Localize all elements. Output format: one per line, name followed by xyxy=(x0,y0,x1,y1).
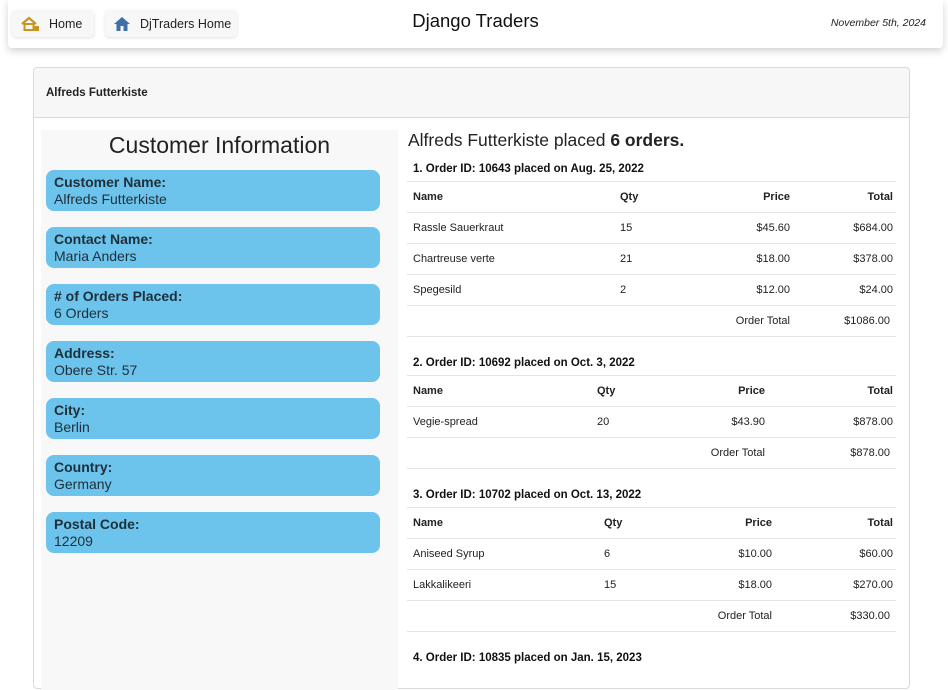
table-row: Aniseed Syrup 6 $10.00 $60.00 xyxy=(407,538,896,570)
item-name: Vegie-spread xyxy=(407,406,596,438)
order-total-row: Order Total $1086.00 xyxy=(407,305,896,337)
col-price-header: Price xyxy=(693,507,773,539)
item-name: Chartreuse verte xyxy=(407,243,619,275)
order-total-value: $878.00 xyxy=(766,437,896,469)
order-title: 1. Order ID: 10643 placed on Aug. 25, 20… xyxy=(413,163,644,175)
item-total: $878.00 xyxy=(766,406,896,438)
field-label: Postal Code: xyxy=(54,516,140,532)
col-total-header: Total xyxy=(791,181,896,213)
field-value: Germany xyxy=(54,476,112,492)
item-qty: 21 xyxy=(619,243,709,275)
table-header-row: Name Qty Price Total xyxy=(407,507,896,539)
summary-count: 6 orders. xyxy=(610,130,685,150)
order-table: Name Qty Price Total Vegie-spread 20 $43… xyxy=(407,375,896,469)
customer-name-field: Customer Name: Alfreds Futterkiste xyxy=(46,170,380,211)
order-total-label: Order Total xyxy=(693,600,773,632)
item-total: $24.00 xyxy=(791,274,896,306)
col-total-header: Total xyxy=(773,507,896,539)
item-name: Rassle Sauerkraut xyxy=(407,212,619,244)
contact-name-field: Contact Name: Maria Anders xyxy=(46,227,380,268)
item-qty: 6 xyxy=(603,538,693,570)
summary-prefix: Alfreds Futterkiste placed xyxy=(408,130,606,150)
item-price: $43.90 xyxy=(686,406,766,438)
order-title: 4. Order ID: 10835 placed on Jan. 15, 20… xyxy=(413,652,642,664)
field-label: # of Orders Placed: xyxy=(54,288,183,304)
item-qty: 15 xyxy=(603,569,693,601)
order-table: Name Qty Price Total Aniseed Syrup 6 $10… xyxy=(407,507,896,632)
item-price: $45.60 xyxy=(709,212,791,244)
table-row: Rassle Sauerkraut 15 $45.60 $684.00 xyxy=(407,212,896,244)
field-value: 12209 xyxy=(54,533,93,549)
item-qty: 15 xyxy=(619,212,709,244)
table-row: Lakkalikeeri 15 $18.00 $270.00 xyxy=(407,569,896,601)
order-total-value: $1086.00 xyxy=(791,305,896,337)
customer-info-panel: Customer Information Customer Name: Alfr… xyxy=(41,130,398,690)
col-total-header: Total xyxy=(766,375,896,407)
orders-panel: Alfreds Futterkiste placed 6 orders. 1. … xyxy=(407,128,897,664)
field-label: Contact Name: xyxy=(54,231,153,247)
table-row: Spegesild 2 $12.00 $24.00 xyxy=(407,274,896,306)
order-total-row: Order Total $330.00 xyxy=(407,600,896,632)
field-value: Alfreds Futterkiste xyxy=(54,191,167,207)
top-navbar: Home DjTraders Home Django Traders Novem… xyxy=(8,0,943,48)
col-price-header: Price xyxy=(709,181,791,213)
field-label: Customer Name: xyxy=(54,174,167,190)
item-price: $18.00 xyxy=(693,569,773,601)
field-label: Address: xyxy=(54,345,115,361)
order-total-label: Order Total xyxy=(686,437,766,469)
item-name: Aniseed Syrup xyxy=(407,538,603,570)
field-value: 6 Orders xyxy=(54,305,109,321)
item-qty: 20 xyxy=(596,406,686,438)
item-name: Lakkalikeeri xyxy=(407,569,603,601)
order-total-row: Order Total $878.00 xyxy=(407,437,896,469)
order-table: Name Qty Price Total Rassle Sauerkraut 1… xyxy=(407,181,896,337)
orders-placed-field: # of Orders Placed: 6 Orders xyxy=(46,284,380,325)
card-header: Alfreds Futterkiste xyxy=(34,68,909,118)
item-total: $270.00 xyxy=(773,569,896,601)
col-price-header: Price xyxy=(686,375,766,407)
orders-summary: Alfreds Futterkiste placed 6 orders. xyxy=(408,130,897,151)
country-field: Country: Germany xyxy=(46,455,380,496)
col-name-header: Name xyxy=(407,181,619,213)
col-qty-header: Qty xyxy=(603,507,693,539)
item-price: $10.00 xyxy=(693,538,773,570)
table-row: Chartreuse verte 21 $18.00 $378.00 xyxy=(407,243,896,275)
field-value: Maria Anders xyxy=(54,248,137,264)
order-title: 2. Order ID: 10692 placed on Oct. 3, 202… xyxy=(413,357,635,369)
item-qty: 2 xyxy=(619,274,709,306)
order-total-value: $330.00 xyxy=(773,600,896,632)
item-total: $60.00 xyxy=(773,538,896,570)
app-title: Django Traders xyxy=(412,10,539,31)
item-name: Spegesild xyxy=(407,274,619,306)
address-field: Address: Obere Str. 57 xyxy=(46,341,380,382)
postal-code-field: Postal Code: 12209 xyxy=(46,512,380,553)
field-value: Berlin xyxy=(54,419,90,435)
table-header-row: Name Qty Price Total xyxy=(407,375,896,407)
item-price: $18.00 xyxy=(709,243,791,275)
item-total: $378.00 xyxy=(791,243,896,275)
col-name-header: Name xyxy=(407,507,603,539)
field-label: City: xyxy=(54,402,86,418)
table-row: Vegie-spread 20 $43.90 $878.00 xyxy=(407,406,896,438)
order-total-label: Order Total xyxy=(709,305,791,337)
item-total: $684.00 xyxy=(791,212,896,244)
field-label: Country: xyxy=(54,459,113,475)
col-name-header: Name xyxy=(407,375,596,407)
current-date: November 5th, 2024 xyxy=(830,17,926,29)
customer-info-title: Customer Information xyxy=(108,132,331,158)
table-header-row: Name Qty Price Total xyxy=(407,181,896,213)
city-field: City: Berlin xyxy=(46,398,380,439)
col-qty-header: Qty xyxy=(596,375,686,407)
col-qty-header: Qty xyxy=(619,181,709,213)
field-value: Obere Str. 57 xyxy=(54,362,138,378)
customer-card: Alfreds Futterkiste Customer Information… xyxy=(33,67,910,690)
order-title: 3. Order ID: 10702 placed on Oct. 13, 20… xyxy=(413,489,642,501)
item-price: $12.00 xyxy=(709,274,791,306)
